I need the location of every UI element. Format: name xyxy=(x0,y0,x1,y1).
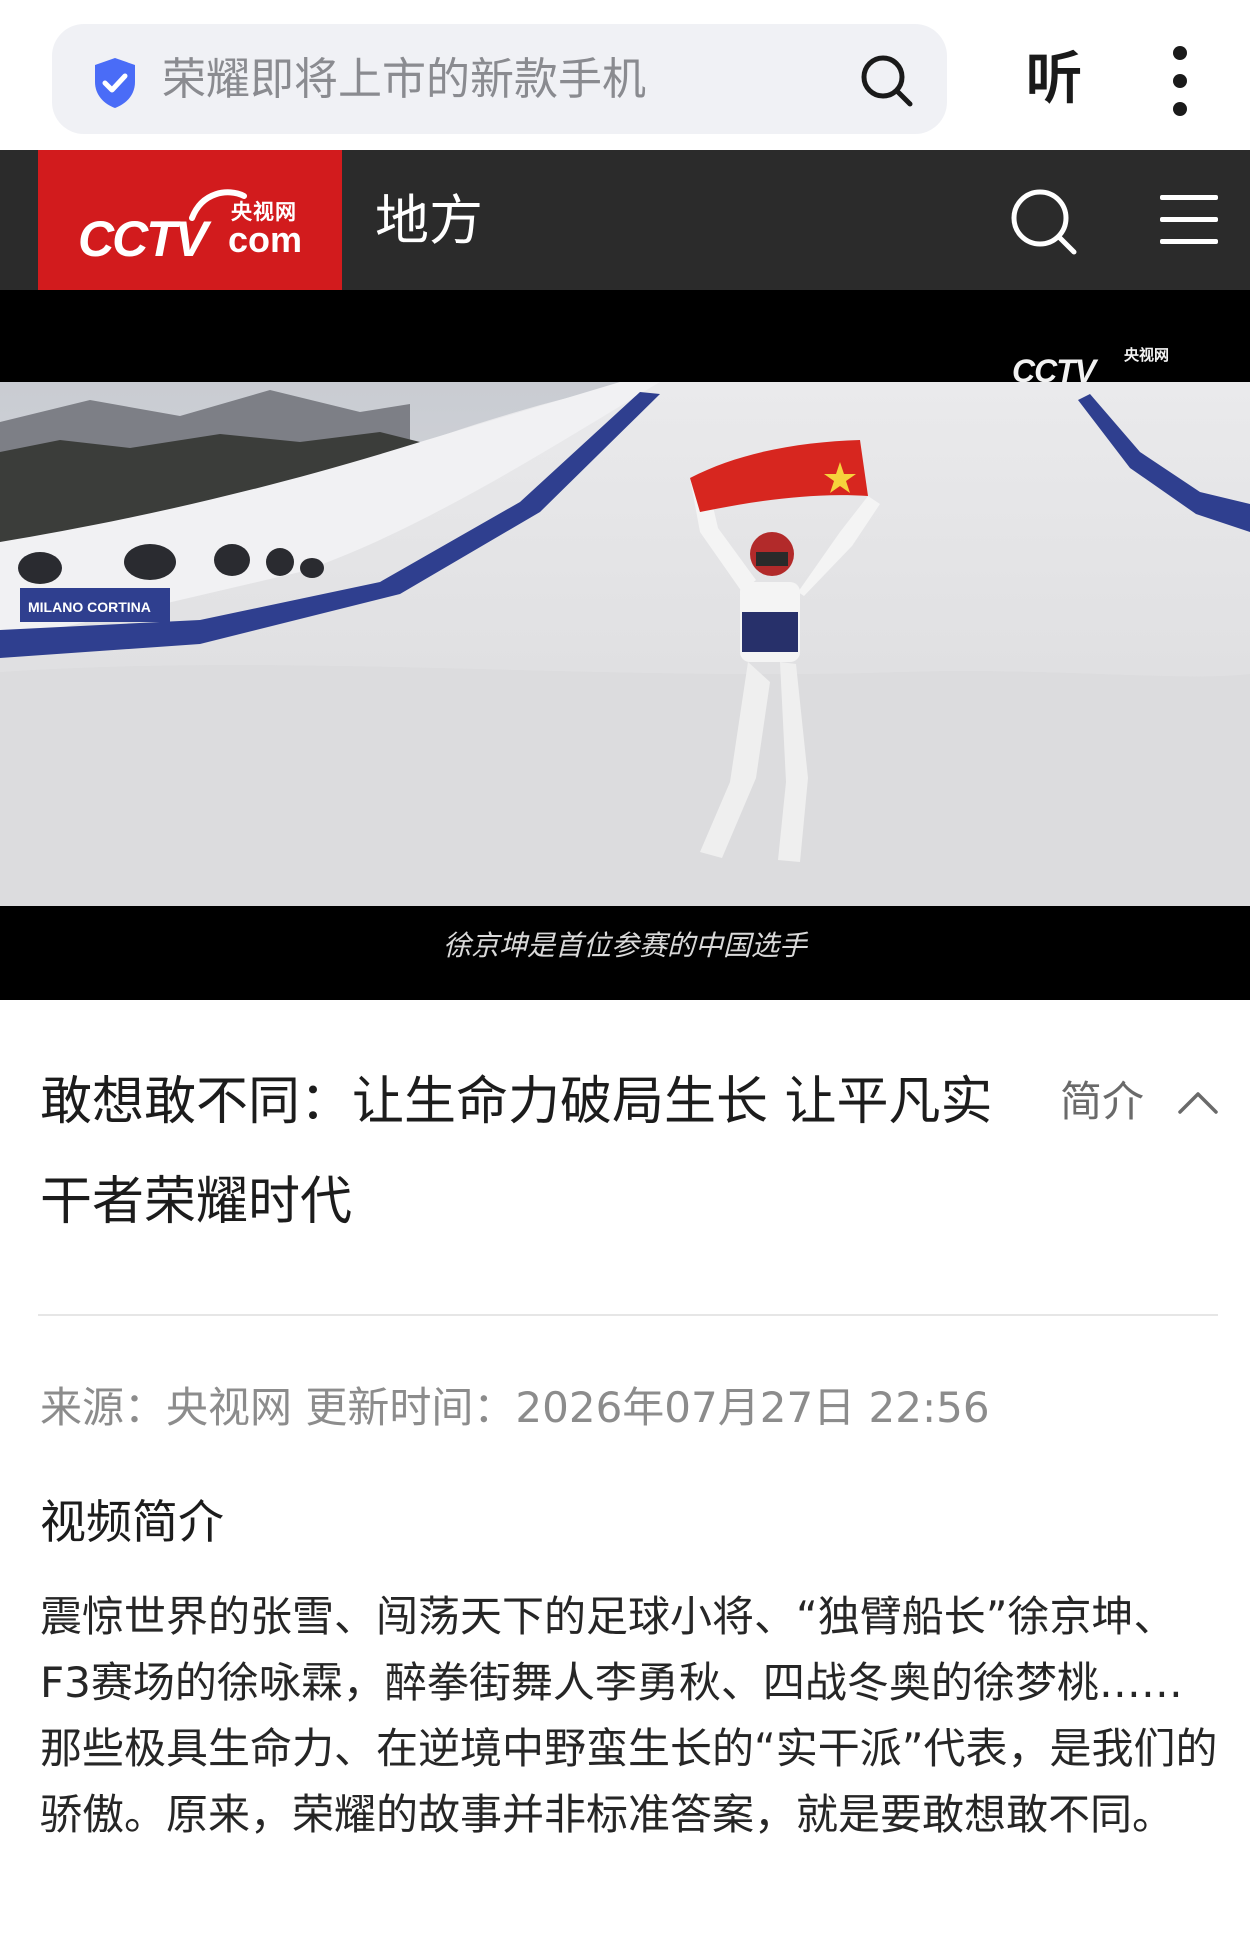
channel-title[interactable]: 地方 xyxy=(375,186,483,256)
watermark-wordmark: CCTV xyxy=(1012,353,1096,389)
updated-label: 更新时间： xyxy=(305,1383,516,1432)
article-meta: 来源：央视网 更新时间：2026年07月27日 22:56 xyxy=(40,1378,990,1438)
search-icon[interactable] xyxy=(1008,186,1078,256)
source-value: 央视网 xyxy=(166,1383,293,1432)
video-watermark: CCTV 央视网 xyxy=(1012,344,1182,398)
video-subtitle: 徐京坤是首位参赛的中国选手 xyxy=(442,929,807,962)
listen-button[interactable]: 听 xyxy=(1018,42,1090,118)
shield-check-icon xyxy=(95,58,135,108)
updated-value: 2026年07月27日 22:56 xyxy=(515,1383,990,1432)
logo-com-text: com xyxy=(228,219,303,260)
logo-wordmark: CCTV xyxy=(78,211,208,267)
video-player[interactable]: MILANO CORTINA CCTV 央视网 徐京坤是首位参赛的中国选手 xyxy=(0,290,1250,1000)
search-icon[interactable] xyxy=(856,50,916,110)
chevron-up-icon[interactable] xyxy=(1176,1088,1220,1118)
search-input[interactable]: 荣耀即将上市的新款手机 xyxy=(162,50,646,110)
source-label: 来源： xyxy=(40,1383,167,1432)
article-title: 敢想敢不同：让生命力破局生长 让平凡实干者荣耀时代 xyxy=(40,1072,993,1232)
svg-text:MILANO CORTINA: MILANO CORTINA xyxy=(28,599,151,615)
section-heading: 视频简介 xyxy=(40,1495,224,1549)
browser-toolbar: 荣耀即将上市的新款手机 听 xyxy=(0,0,1250,150)
site-header: CCTV 央视网 com 地方 xyxy=(0,150,1250,290)
cctv-logo[interactable]: CCTV 央视网 com xyxy=(38,150,342,290)
intro-toggle-button[interactable]: 简介 xyxy=(1060,1072,1144,1132)
menu-icon[interactable] xyxy=(1160,195,1218,245)
video-frame[interactable]: MILANO CORTINA xyxy=(0,382,1250,906)
video-description: 震惊世界的张雪、闯荡天下的足球小将、“独臂船长”徐京坤、F3赛场的徐咏霖，醉拳街… xyxy=(40,1592,1218,1839)
watermark-cn: 央视网 xyxy=(1124,346,1170,364)
divider xyxy=(38,1314,1218,1316)
more-vertical-icon[interactable] xyxy=(1163,46,1197,116)
